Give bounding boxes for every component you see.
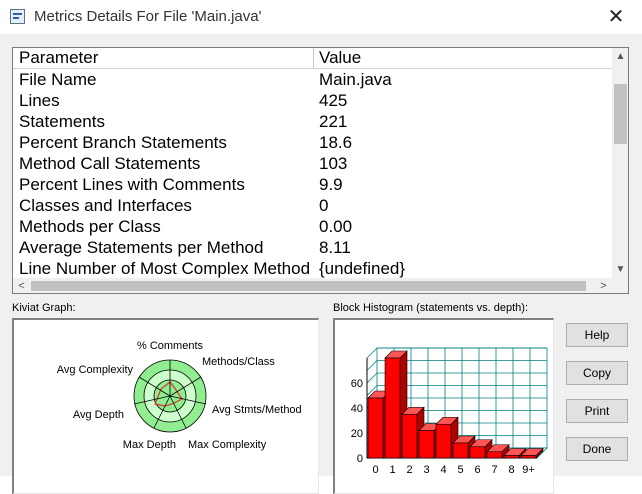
document-chart-icon xyxy=(10,9,25,24)
window-title: Metrics Details For File 'Main.java' xyxy=(34,8,262,25)
histogram-x-tick-label: 6 xyxy=(474,464,480,476)
table-row[interactable]: Percent Lines with Comments 9.9 xyxy=(13,174,612,195)
histogram-gridline xyxy=(366,347,378,359)
kiviat-svg: % Comments Methods/Class Avg Stmts/Metho… xyxy=(57,340,302,451)
table-row[interactable]: Classes and Interfaces 0 xyxy=(13,195,612,216)
histogram-x-tick-label: 0 xyxy=(372,464,378,476)
scroll-up-icon[interactable]: ▲ xyxy=(612,48,628,65)
histogram-gridline xyxy=(366,372,378,384)
cell-parameter: Method Call Statements xyxy=(19,154,201,173)
histogram-bar xyxy=(452,442,469,459)
histogram-x-tick-label: 1 xyxy=(389,464,395,476)
kiviat-graph: % Comments Methods/Class Avg Stmts/Metho… xyxy=(12,318,319,494)
kiviat-axis-label: Methods/Class xyxy=(202,356,275,368)
cell-value: 221 xyxy=(319,112,348,131)
table-row[interactable]: Lines 425 xyxy=(13,90,612,111)
scrollbar-corner xyxy=(612,278,628,293)
table-row[interactable]: Percent Branch Statements 18.6 xyxy=(13,132,612,153)
done-button[interactable]: Done xyxy=(566,437,628,461)
vertical-scroll-thumb[interactable] xyxy=(614,84,627,144)
block-histogram: 0 20 40 60 0 1 2 3 4 5 6 7 8 9+ xyxy=(333,318,554,494)
cell-parameter: Average Statements per Method xyxy=(19,238,264,257)
cell-value: 18.6 xyxy=(319,133,353,152)
cell-parameter: Percent Lines with Comments xyxy=(19,175,245,194)
metrics-table: Parameter Value File Name Main.java Line… xyxy=(12,47,629,294)
histogram-svg: 02040600 1 2 3 4 5 6 7 8 9+ xyxy=(351,347,548,476)
cell-parameter: Classes and Interfaces xyxy=(19,196,192,215)
scroll-left-icon[interactable]: < xyxy=(13,278,30,293)
histogram-bar xyxy=(384,357,401,459)
histogram-x-tick-label: 3 xyxy=(423,464,429,476)
table-header: Parameter Value xyxy=(13,48,612,69)
kiviat-axis-label: % Comments xyxy=(137,340,204,352)
print-button[interactable]: Print xyxy=(566,399,628,423)
table-row[interactable]: Average Statements per Method 8.11 xyxy=(13,237,612,258)
table-row[interactable]: Methods per Class 0.00 xyxy=(13,216,612,237)
kiviat-axis-label: Avg Stmts/Method xyxy=(212,404,302,416)
title-bar: Metrics Details For File 'Main.java' ✕ xyxy=(0,0,642,34)
histogram-x-tick-label: 2 xyxy=(406,464,412,476)
scroll-down-icon[interactable]: ▼ xyxy=(612,261,628,278)
cell-parameter: Lines xyxy=(19,91,60,110)
histogram-y-tick-label: 60 xyxy=(351,378,363,390)
dialog-body: Parameter Value File Name Main.java Line… xyxy=(0,34,642,494)
cell-value: Main.java xyxy=(319,70,392,89)
histogram-bar xyxy=(503,455,520,459)
histogram-bar xyxy=(435,423,452,459)
horizontal-scrollbar[interactable]: < > xyxy=(13,278,612,293)
cell-value: 0 xyxy=(319,196,329,215)
kiviat-axis-label: Max Depth xyxy=(123,439,176,451)
horizontal-scroll-thumb[interactable] xyxy=(31,281,586,291)
histogram-x-tick-label: 5 xyxy=(457,464,463,476)
histogram-x-tick-label: 9+ xyxy=(522,464,535,476)
kiviat-axis-label: Avg Complexity xyxy=(57,364,134,376)
histogram-bar xyxy=(469,446,486,459)
kiviat-axis-label: Avg Depth xyxy=(73,409,124,421)
table-row[interactable]: Method Call Statements 103 xyxy=(13,153,612,174)
histogram-label: Block Histogram (statements vs. depth): xyxy=(333,302,529,314)
histogram-x-tick-label: 7 xyxy=(491,464,497,476)
column-header-parameter[interactable]: Parameter xyxy=(19,48,98,68)
cell-parameter: Percent Branch Statements xyxy=(19,133,227,152)
histogram-y-tick-label: 20 xyxy=(351,428,363,440)
histogram-x-tick-label: 8 xyxy=(508,464,514,476)
column-divider[interactable] xyxy=(313,48,314,68)
cell-value: 8.11 xyxy=(319,238,351,257)
histogram-y-tick-label: 0 xyxy=(357,453,363,465)
histogram-bar xyxy=(486,451,503,459)
table-row[interactable]: Statements 221 xyxy=(13,111,612,132)
kiviat-label: Kiviat Graph: xyxy=(12,302,76,314)
help-button[interactable]: Help xyxy=(566,323,628,347)
histogram-x-tick-label: 4 xyxy=(440,464,446,476)
histogram-bar xyxy=(367,397,384,459)
copy-button[interactable]: Copy xyxy=(566,361,628,385)
cell-parameter: Line Number of Most Complex Method xyxy=(19,259,311,278)
histogram-bar xyxy=(418,430,435,459)
kiviat-axis-label: Max Complexity xyxy=(188,439,267,451)
histogram-bar xyxy=(401,413,418,459)
table-row[interactable]: Line Number of Most Complex Method {unde… xyxy=(13,258,612,279)
cell-value: 425 xyxy=(319,91,348,110)
scroll-right-icon[interactable]: > xyxy=(595,278,612,293)
cell-parameter: Methods per Class xyxy=(19,217,161,236)
histogram-bar xyxy=(520,455,537,459)
cell-value: 0.00 xyxy=(319,217,353,236)
column-header-value[interactable]: Value xyxy=(319,48,361,68)
close-button[interactable]: ✕ xyxy=(596,4,636,30)
cell-value: 9.9 xyxy=(319,175,343,194)
vertical-scrollbar[interactable]: ▲ ▼ xyxy=(612,48,628,278)
histogram-gridline xyxy=(366,360,378,371)
table-row[interactable]: File Name Main.java xyxy=(13,69,612,90)
cell-value: {undefined} xyxy=(319,259,406,278)
cell-parameter: File Name xyxy=(19,70,97,89)
cell-parameter: Statements xyxy=(19,112,105,131)
histogram-y-tick-label: 40 xyxy=(351,403,363,415)
cell-value: 103 xyxy=(319,154,348,173)
